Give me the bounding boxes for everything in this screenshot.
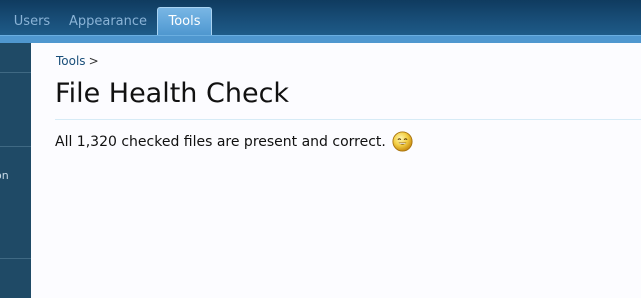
breadcrumb-separator: > [88, 54, 99, 68]
breadcrumb: Tools > [56, 54, 99, 68]
sidebar-divider [0, 258, 31, 259]
sidebar: ion n [0, 43, 31, 298]
sub-nav-bar [0, 35, 641, 43]
breadcrumb-tools-link[interactable]: Tools [56, 54, 86, 68]
tab-appearance[interactable]: Appearance [62, 9, 154, 35]
smiley-icon [392, 131, 413, 152]
main-content: Tools > File Health Check All 1,320 check… [31, 43, 641, 298]
sidebar-divider [0, 72, 31, 73]
tab-users[interactable]: Users [0, 9, 64, 35]
tab-tools[interactable]: Tools [157, 7, 212, 35]
sidebar-item-2[interactable]: n [0, 188, 31, 201]
page-title: File Health Check [55, 78, 290, 109]
title-divider [55, 119, 641, 120]
admin-page: Users Appearance Tools ion n Tools> File… [0, 0, 641, 298]
sidebar-divider [0, 146, 31, 147]
health-check-message: All 1,320 checked files are present and … [55, 134, 386, 150]
sidebar-item-1[interactable]: ion [0, 169, 31, 182]
top-nav-bar: Users Appearance Tools [0, 0, 641, 35]
